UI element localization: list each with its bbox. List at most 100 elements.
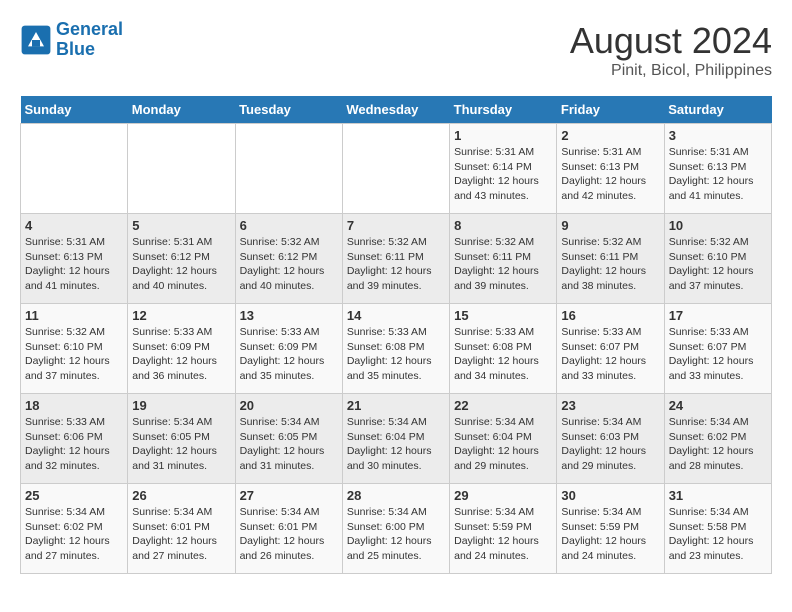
calendar-cell: 20Sunrise: 5:34 AM Sunset: 6:05 PM Dayli… [235,394,342,484]
day-number: 2 [561,128,659,143]
calendar-cell: 19 Sunrise: 5:34 AM Sunset: 6:05 PM Dayli… [128,394,235,484]
day-info: Sunrise: 5:33 AM Sunset: 6:09 PM Dayligh… [240,325,338,384]
logo-line1: General [56,19,123,39]
calendar-cell: 9 Sunrise: 5:32 AM Sunset: 6:11 PM Daylig… [557,214,664,304]
header-row: SundayMondayTuesdayWednesdayThursdayFrid… [21,96,772,124]
header-day-monday: Monday [128,96,235,124]
calendar-cell: 29 Sunrise: 5:34 AM Sunset: 5:59 PM Dayli… [450,484,557,574]
calendar-cell [128,124,235,214]
calendar-cell: 4 Sunrise: 5:31 AM Sunset: 6:13 PM Daylig… [21,214,128,304]
title-block: August 2024 Pinit, Bicol, Philippines [570,20,772,80]
header-day-tuesday: Tuesday [235,96,342,124]
calendar-cell: 14 Sunrise: 5:33 AM Sunset: 6:08 PM Dayli… [342,304,449,394]
day-number: 3 [669,128,767,143]
calendar-cell: 26Sunrise: 5:34 AM Sunset: 6:01 PM Dayli… [128,484,235,574]
calendar-table: SundayMondayTuesdayWednesdayThursdayFrid… [20,96,772,574]
day-number: 26 [132,488,230,503]
day-number: 25 [25,488,123,503]
day-number: 14 [347,308,445,323]
day-info: Sunrise: 5:34 AM Sunset: 6:00 PM Dayligh… [347,505,445,564]
calendar-cell: 17 Sunrise: 5:33 AM Sunset: 6:07 PM Dayli… [664,304,771,394]
day-info: Sunrise: 5:34 AM Sunset: 6:04 PM Dayligh… [454,415,552,474]
day-number: 10 [669,218,767,233]
logo-text: General Blue [56,20,123,60]
day-number: 6 [240,218,338,233]
calendar-header: SundayMondayTuesdayWednesdayThursdayFrid… [21,96,772,124]
day-number: 19 [132,398,230,413]
day-info: Sunrise: 5:34 AM Sunset: 5:58 PM Dayligh… [669,505,767,564]
day-info: Sunrise: 5:32 AM Sunset: 6:11 PM Dayligh… [561,235,659,294]
calendar-cell: 18Sunrise: 5:33 AM Sunset: 6:06 PM Dayli… [21,394,128,484]
logo: General Blue [20,20,123,60]
day-info: Sunrise: 5:31 AM Sunset: 6:13 PM Dayligh… [669,145,767,204]
day-info: Sunrise: 5:31 AM Sunset: 6:13 PM Dayligh… [25,235,123,294]
day-number: 12 [132,308,230,323]
day-info: Sunrise: 5:33 AM Sunset: 6:07 PM Dayligh… [669,325,767,384]
calendar-cell [21,124,128,214]
calendar-cell [342,124,449,214]
day-info: Sunrise: 5:31 AM Sunset: 6:14 PM Dayligh… [454,145,552,204]
calendar-cell: 2 Sunrise: 5:31 AM Sunset: 6:13 PM Daylig… [557,124,664,214]
day-number: 31 [669,488,767,503]
calendar-cell: 27 Sunrise: 5:34 AM Sunset: 6:01 PM Dayli… [235,484,342,574]
calendar-cell: 6 Sunrise: 5:32 AM Sunset: 6:12 PM Daylig… [235,214,342,304]
calendar-cell: 22 Sunrise: 5:34 AM Sunset: 6:04 PM Dayli… [450,394,557,484]
calendar-cell: 5Sunrise: 5:31 AM Sunset: 6:12 PM Daylig… [128,214,235,304]
day-number: 8 [454,218,552,233]
day-info: Sunrise: 5:32 AM Sunset: 6:11 PM Dayligh… [454,235,552,294]
day-info: Sunrise: 5:33 AM Sunset: 6:09 PM Dayligh… [132,325,230,384]
week-row-1: 1 Sunrise: 5:31 AM Sunset: 6:14 PM Daylig… [21,124,772,214]
calendar-cell: 15Sunrise: 5:33 AM Sunset: 6:08 PM Dayli… [450,304,557,394]
day-number: 4 [25,218,123,233]
day-info: Sunrise: 5:34 AM Sunset: 6:05 PM Dayligh… [240,415,338,474]
day-number: 1 [454,128,552,143]
calendar-body: 1 Sunrise: 5:31 AM Sunset: 6:14 PM Daylig… [21,124,772,574]
week-row-2: 4 Sunrise: 5:31 AM Sunset: 6:13 PM Daylig… [21,214,772,304]
day-info: Sunrise: 5:34 AM Sunset: 6:05 PM Dayligh… [132,415,230,474]
day-info: Sunrise: 5:34 AM Sunset: 6:02 PM Dayligh… [25,505,123,564]
day-number: 18 [25,398,123,413]
day-info: Sunrise: 5:33 AM Sunset: 6:07 PM Dayligh… [561,325,659,384]
day-number: 21 [347,398,445,413]
day-number: 15 [454,308,552,323]
calendar-cell [235,124,342,214]
logo-icon [20,24,52,56]
calendar-cell: 3 Sunrise: 5:31 AM Sunset: 6:13 PM Daylig… [664,124,771,214]
day-info: Sunrise: 5:32 AM Sunset: 6:12 PM Dayligh… [240,235,338,294]
calendar-cell: 24 Sunrise: 5:34 AM Sunset: 6:02 PM Dayli… [664,394,771,484]
day-number: 24 [669,398,767,413]
day-info: Sunrise: 5:32 AM Sunset: 6:10 PM Dayligh… [25,325,123,384]
day-number: 5 [132,218,230,233]
day-info: Sunrise: 5:33 AM Sunset: 6:08 PM Dayligh… [347,325,445,384]
calendar-cell: 1 Sunrise: 5:31 AM Sunset: 6:14 PM Daylig… [450,124,557,214]
week-row-5: 25 Sunrise: 5:34 AM Sunset: 6:02 PM Dayli… [21,484,772,574]
day-number: 22 [454,398,552,413]
day-info: Sunrise: 5:32 AM Sunset: 6:10 PM Dayligh… [669,235,767,294]
calendar-cell: 8 Sunrise: 5:32 AM Sunset: 6:11 PM Daylig… [450,214,557,304]
day-info: Sunrise: 5:31 AM Sunset: 6:13 PM Dayligh… [561,145,659,204]
calendar-cell: 21 Sunrise: 5:34 AM Sunset: 6:04 PM Dayli… [342,394,449,484]
day-info: Sunrise: 5:32 AM Sunset: 6:11 PM Dayligh… [347,235,445,294]
day-number: 16 [561,308,659,323]
day-info: Sunrise: 5:34 AM Sunset: 6:03 PM Dayligh… [561,415,659,474]
day-number: 29 [454,488,552,503]
calendar-cell: 10 Sunrise: 5:32 AM Sunset: 6:10 PM Dayli… [664,214,771,304]
calendar-subtitle: Pinit, Bicol, Philippines [570,62,772,80]
day-info: Sunrise: 5:34 AM Sunset: 5:59 PM Dayligh… [561,505,659,564]
day-number: 27 [240,488,338,503]
day-number: 28 [347,488,445,503]
header-day-wednesday: Wednesday [342,96,449,124]
day-number: 11 [25,308,123,323]
day-number: 17 [669,308,767,323]
calendar-cell: 7Sunrise: 5:32 AM Sunset: 6:11 PM Daylig… [342,214,449,304]
week-row-4: 18Sunrise: 5:33 AM Sunset: 6:06 PM Dayli… [21,394,772,484]
day-info: Sunrise: 5:34 AM Sunset: 6:04 PM Dayligh… [347,415,445,474]
day-info: Sunrise: 5:34 AM Sunset: 6:02 PM Dayligh… [669,415,767,474]
day-info: Sunrise: 5:34 AM Sunset: 6:01 PM Dayligh… [240,505,338,564]
header-day-saturday: Saturday [664,96,771,124]
day-number: 9 [561,218,659,233]
day-info: Sunrise: 5:34 AM Sunset: 5:59 PM Dayligh… [454,505,552,564]
calendar-cell: 25 Sunrise: 5:34 AM Sunset: 6:02 PM Dayli… [21,484,128,574]
header-day-friday: Friday [557,96,664,124]
day-number: 23 [561,398,659,413]
